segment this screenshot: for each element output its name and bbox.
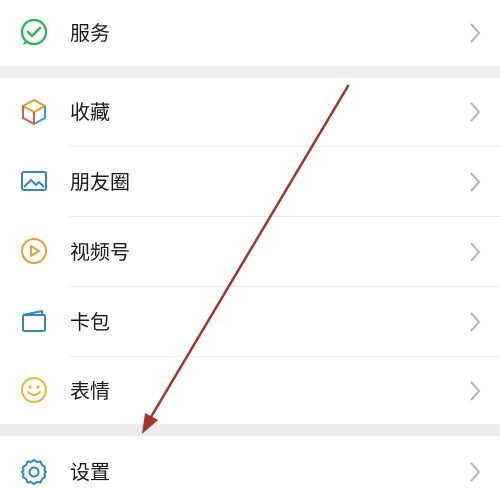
chevron-right-icon [468,380,482,402]
menu-item-channels[interactable]: 视频号 [0,217,500,286]
menu-item-services[interactable]: 服务 [0,0,500,66]
menu-item-label: 卡包 [70,310,110,334]
chevron-right-icon [468,461,482,483]
menu-item-label: 设置 [70,460,110,484]
menu-item-moments[interactable]: 朋友圈 [0,147,500,216]
chevron-right-icon [468,22,482,44]
menu-item-settings[interactable]: 设置 [0,436,500,488]
menu-item-cards[interactable]: 卡包 [0,287,500,356]
section-gap [0,66,500,78]
cube-icon [18,96,50,128]
chevron-right-icon [468,101,482,123]
smiley-icon [18,374,50,406]
menu-item-label: 服务 [70,21,110,45]
menu-item-label: 朋友圈 [70,170,130,194]
wallet-icon [18,305,50,337]
menu-item-favorites[interactable]: 收藏 [0,78,500,146]
section-gap [0,424,500,436]
menu-item-label: 视频号 [70,240,130,264]
chevron-right-icon [468,171,482,193]
chevron-right-icon [468,241,482,263]
wechat-me-menu: 服务 收藏 朋友圈 视频号 卡包 表情 设置 [0,0,500,488]
image-icon [18,165,50,197]
menu-item-stickers[interactable]: 表情 [0,357,500,424]
play-circle-icon [18,235,50,267]
menu-item-label: 收藏 [70,100,110,124]
gear-icon [18,456,50,488]
menu-item-label: 表情 [70,379,110,403]
wechat-pay-icon [18,16,50,48]
chevron-right-icon [468,311,482,333]
